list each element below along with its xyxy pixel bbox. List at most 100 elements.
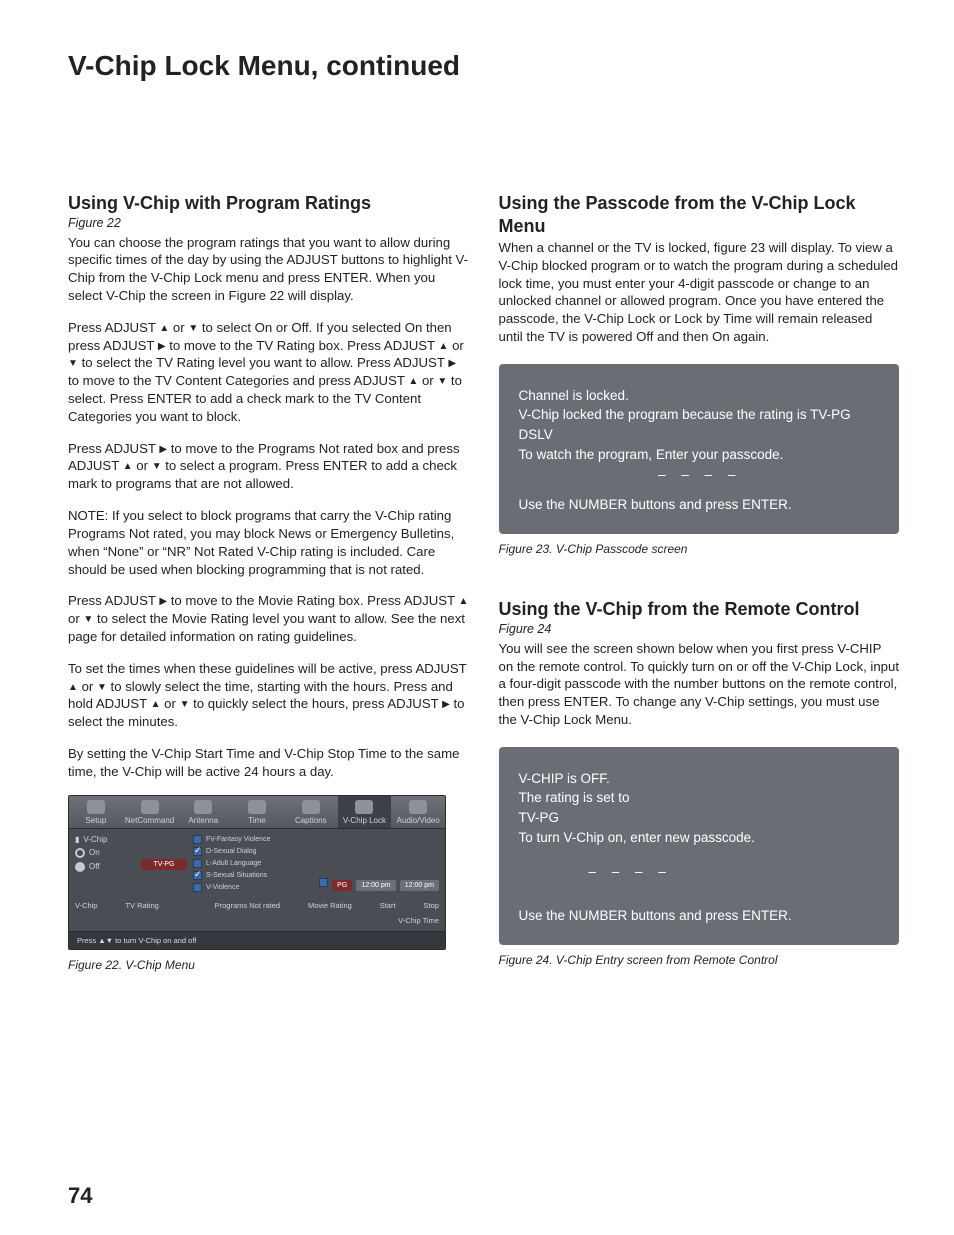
figure-22-image: Setup NetCommand Antenna Time Captions V… xyxy=(68,795,446,950)
side-header-icon: ▮ xyxy=(75,835,79,844)
checkbox-checked-icon xyxy=(193,847,202,856)
left-p3: Press ADJUST ▶ to move to the Programs N… xyxy=(68,440,469,493)
down-arrow-icon: ▼ xyxy=(68,357,78,371)
osd-line: Use the NUMBER buttons and press ENTER. xyxy=(519,906,882,926)
menu-side-column: ▮ V-Chip On Off xyxy=(75,835,135,895)
right-arrow-icon: ▶ xyxy=(442,698,450,712)
down-arrow-icon: ▼ xyxy=(437,375,447,389)
down-arrow-icon: ▼ xyxy=(83,613,93,627)
right-heading-1: Using the Passcode from the V-Chip Lock … xyxy=(499,192,900,237)
start-label: Start xyxy=(380,901,396,910)
vchip-label: V-Chip xyxy=(75,901,98,910)
text: or xyxy=(161,696,180,711)
osd-line: Channel is locked. xyxy=(519,386,882,406)
page-title: V-Chip Lock Menu, continued xyxy=(68,50,899,82)
text: or xyxy=(78,679,97,694)
stop-time-value: 12:00 pm xyxy=(400,880,439,891)
menu-tab: NetCommand xyxy=(123,796,177,828)
left-p5: Press ADJUST ▶ to move to the Movie Rati… xyxy=(68,592,469,645)
check-label: D-Sexual Dialog xyxy=(206,848,257,855)
time-icon xyxy=(248,800,266,814)
text: to select the Movie Rating level you wan… xyxy=(68,611,465,644)
down-arrow-icon: ▼ xyxy=(97,681,107,695)
tv-rating-label: TV Rating xyxy=(125,901,158,910)
osd-line: TV-PG xyxy=(519,808,882,828)
menu-tab-active: V-Chip Lock xyxy=(338,796,392,828)
osd-line: To watch the program, Enter your passcod… xyxy=(519,445,882,465)
passcode-dashes: – – – – xyxy=(519,465,882,485)
side-header: V-Chip xyxy=(83,835,107,844)
text: Press ADJUST xyxy=(68,320,159,335)
radio-off-label: Off xyxy=(89,862,100,871)
movie-rating-value: PG xyxy=(332,880,352,891)
figure-22-caption: Figure 22. V-Chip Menu xyxy=(68,958,469,972)
left-p2: Press ADJUST ▲ or ▼ to select On or Off.… xyxy=(68,319,469,426)
audiovideo-icon xyxy=(409,800,427,814)
menu-tab: Audio/Video xyxy=(391,796,445,828)
setup-icon xyxy=(87,800,105,814)
left-column: Using V-Chip with Program Ratings Figure… xyxy=(68,192,469,972)
figure-24-ref: Figure 24 xyxy=(499,622,900,636)
stop-label: Stop xyxy=(423,901,438,910)
down-arrow-icon: ▼ xyxy=(180,698,190,712)
check-label: FV-Fantasy Violence xyxy=(206,836,270,843)
text: to select the TV Rating level you want t… xyxy=(78,355,448,370)
up-arrow-icon: ▲ xyxy=(159,322,169,336)
right-area: PG 12:00 pm 12:00 pm xyxy=(319,835,439,895)
tab-label: Time xyxy=(248,816,265,825)
passcode-dashes: – – – – xyxy=(519,862,882,882)
text: or xyxy=(418,373,437,388)
text: To set the times when these guidelines w… xyxy=(68,661,467,676)
content-checks: FV-Fantasy Violence D-Sexual Dialog L-Ad… xyxy=(193,835,313,895)
right-arrow-icon: ▶ xyxy=(448,357,456,371)
text: or xyxy=(448,338,463,353)
captions-icon xyxy=(302,800,320,814)
figure-24-caption: Figure 24. V-Chip Entry screen from Remo… xyxy=(499,953,900,967)
up-arrow-icon: ▲ xyxy=(439,340,449,354)
menu-tab: Antenna xyxy=(176,796,230,828)
osd-line: V-Chip locked the program because the ra… xyxy=(519,405,882,444)
figure-22-ref: Figure 22 xyxy=(68,216,469,230)
tab-label: Setup xyxy=(85,816,106,825)
check-label: L-Adult Language xyxy=(206,860,261,867)
check-label: V-Violence xyxy=(206,884,239,891)
up-arrow-icon: ▲ xyxy=(151,698,161,712)
text: Press ADJUST xyxy=(68,441,159,456)
start-time-value: 12:00 pm xyxy=(356,880,395,891)
tv-rating-box: TV-PG xyxy=(141,835,187,895)
radio-on-label: On xyxy=(89,848,100,857)
right-p1: When a channel or the TV is locked, figu… xyxy=(499,239,900,346)
tv-rating-value: TV-PG xyxy=(141,859,187,870)
osd-line: V-CHIP is OFF. xyxy=(519,769,882,789)
check-label: S-Sexual Situations xyxy=(206,872,267,879)
right-arrow-icon: ▶ xyxy=(159,595,167,609)
osd-line: The rating is set to xyxy=(519,788,882,808)
text: or xyxy=(133,458,152,473)
tab-label: NetCommand xyxy=(125,816,174,825)
text: to quickly select the hours, press ADJUS… xyxy=(189,696,442,711)
up-arrow-icon: ▲ xyxy=(408,375,418,389)
down-arrow-icon: ▼ xyxy=(152,460,162,474)
left-p7: By setting the V-Chip Start Time and V-C… xyxy=(68,745,469,781)
text: or xyxy=(68,611,83,626)
checkbox-icon xyxy=(319,878,328,887)
programs-not-rated-label: Programs Not rated xyxy=(215,901,280,910)
tab-label: Antenna xyxy=(188,816,218,825)
down-arrow-icon: ▼ xyxy=(188,322,198,336)
checkbox-icon xyxy=(193,883,202,892)
up-arrow-icon: ▲ xyxy=(123,460,133,474)
text: to move to the Movie Rating box. Press A… xyxy=(167,593,458,608)
vchip-time-label: V-Chip Time xyxy=(398,916,439,925)
page-number: 74 xyxy=(68,1183,92,1209)
radio-off-icon xyxy=(75,848,85,858)
text: or xyxy=(169,320,188,335)
left-p4-note: NOTE: If you select to block programs th… xyxy=(68,507,469,578)
text: to move to the TV Rating box. Press ADJU… xyxy=(166,338,439,353)
right-arrow-icon: ▶ xyxy=(158,340,166,354)
menu-tab-bar: Setup NetCommand Antenna Time Captions V… xyxy=(69,796,445,829)
menu-hint-bar: Press ▲▼ to turn V-Chip on and off xyxy=(69,931,445,949)
osd-line: To turn V-Chip on, enter new passcode. xyxy=(519,828,882,848)
text: to move to the TV Content Categories and… xyxy=(68,373,408,388)
text: Press ADJUST xyxy=(68,593,159,608)
netcommand-icon xyxy=(141,800,159,814)
